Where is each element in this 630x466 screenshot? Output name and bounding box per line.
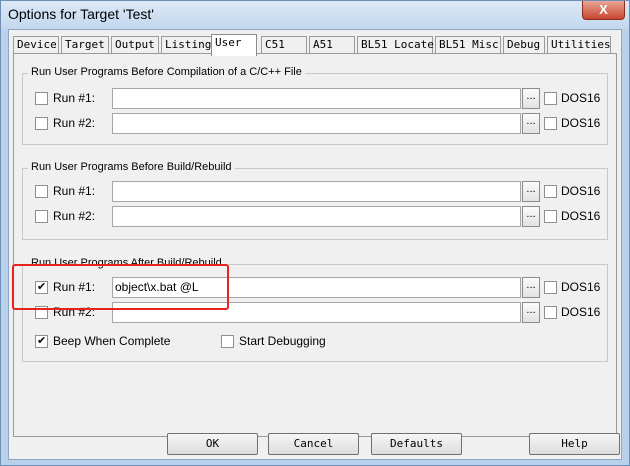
close-icon: X — [599, 2, 608, 17]
run2-command-input[interactable] — [112, 113, 521, 134]
annotation-highlight-box — [12, 264, 229, 310]
group-before-build: Run User Programs Before Build/Rebuild R… — [22, 161, 608, 240]
run2-label: Run #2: — [53, 209, 96, 223]
before-build-run2-row: Run #2: ... DOS16 — [23, 206, 607, 228]
dos16-checkbox[interactable] — [544, 185, 557, 198]
browse-button[interactable]: ... — [522, 88, 540, 109]
group-title: Run User Programs Before Compilation of … — [28, 66, 305, 78]
browse-button[interactable]: ... — [522, 277, 540, 298]
beep-when-complete-checkbox[interactable] — [35, 334, 48, 348]
before-build-run1-row: Run #1: ... DOS16 — [23, 181, 607, 203]
tab-listing[interactable]: Listing — [161, 36, 217, 54]
run2-command-input[interactable] — [112, 206, 521, 227]
cancel-button[interactable]: Cancel — [268, 433, 359, 455]
dos16-label: DOS16 — [561, 280, 601, 294]
beep-when-complete-label: Beep When Complete — [53, 334, 171, 348]
dos16-label: DOS16 — [561, 184, 601, 198]
dos16-checkbox[interactable] — [544, 306, 557, 319]
defaults-button[interactable]: Defaults — [371, 433, 462, 455]
run1-command-input[interactable] — [112, 88, 521, 109]
run1-checkbox[interactable] — [35, 92, 48, 105]
tab-output[interactable]: Output — [111, 36, 159, 54]
run1-label: Run #1: — [53, 184, 96, 198]
tab-a51[interactable]: A51 — [309, 36, 355, 54]
run1-checkbox[interactable] — [35, 185, 48, 198]
start-debugging-checkbox[interactable] — [221, 335, 234, 348]
tab-debug[interactable]: Debug — [503, 36, 545, 54]
tab-c51[interactable]: C51 — [261, 36, 307, 54]
help-button[interactable]: Help — [529, 433, 620, 455]
dos16-checkbox[interactable] — [544, 117, 557, 130]
window-title: Options for Target 'Test' — [8, 6, 154, 22]
dos16-label: DOS16 — [561, 116, 601, 130]
run2-checkbox[interactable] — [35, 210, 48, 223]
dos16-label: DOS16 — [561, 305, 601, 319]
run2-label: Run #2: — [53, 116, 96, 130]
dos16-checkbox[interactable] — [544, 210, 557, 223]
dos16-checkbox[interactable] — [544, 281, 557, 294]
dos16-checkbox[interactable] — [544, 92, 557, 105]
tab-device[interactable]: Device — [13, 36, 59, 54]
browse-button[interactable]: ... — [522, 206, 540, 227]
tab-utilities[interactable]: Utilities — [547, 36, 611, 54]
group-title: Run User Programs Before Build/Rebuild — [28, 161, 235, 173]
group-before-compile: Run User Programs Before Compilation of … — [22, 66, 608, 145]
title-bar[interactable]: Options for Target 'Test' X — [1, 1, 629, 29]
tab-user[interactable]: User — [211, 34, 257, 56]
run2-checkbox[interactable] — [35, 117, 48, 130]
tab-bl51-misc[interactable]: BL51 Misc — [435, 36, 501, 54]
run1-command-input[interactable] — [112, 181, 521, 202]
tab-target[interactable]: Target — [61, 36, 109, 54]
start-debugging-label: Start Debugging — [239, 334, 326, 348]
browse-button[interactable]: ... — [522, 302, 540, 323]
browse-button[interactable]: ... — [522, 181, 540, 202]
tab-bl51-locate[interactable]: BL51 Locate — [357, 36, 434, 54]
close-button[interactable]: X — [582, 1, 625, 20]
dos16-label: DOS16 — [561, 91, 601, 105]
run1-label: Run #1: — [53, 91, 96, 105]
browse-button[interactable]: ... — [522, 113, 540, 134]
ok-button[interactable]: OK — [167, 433, 258, 455]
before-compile-run2-row: Run #2: ... DOS16 — [23, 113, 607, 135]
before-compile-run1-row: Run #1: ... DOS16 — [23, 88, 607, 110]
dos16-label: DOS16 — [561, 209, 601, 223]
